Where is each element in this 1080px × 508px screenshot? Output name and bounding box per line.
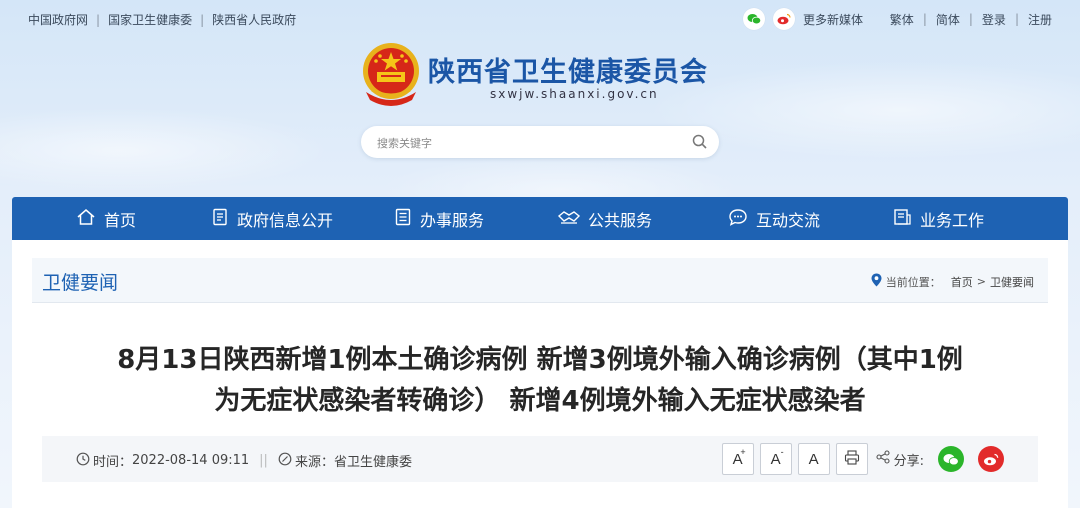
breadcrumb-home[interactable]: 首页 — [951, 274, 973, 290]
share-label: 分享: — [893, 453, 924, 469]
share-icon — [876, 450, 890, 468]
article-title: 8月13日陕西新增1例本土确诊病例 新增3例境外输入确诊病例（其中1例 为无症状… — [52, 340, 1028, 422]
nav-item-services[interactable]: 办事服务 — [394, 197, 484, 240]
share-wechat-icon[interactable] — [938, 446, 964, 472]
breadcrumb-separator: > — [976, 275, 986, 288]
top-link-nhc[interactable]: 国家卫生健康委 — [108, 11, 192, 28]
divider: | — [200, 12, 205, 27]
nav-item-business[interactable]: 业务工作 — [892, 197, 984, 240]
chat-icon — [728, 208, 756, 230]
traditional-chinese-link[interactable]: 繁体 — [890, 11, 914, 28]
divider: | — [968, 12, 973, 26]
nav-label: 互动交流 — [756, 210, 821, 230]
share-weibo-icon[interactable] — [978, 446, 1004, 472]
login-link[interactable]: 登录 — [982, 11, 1006, 28]
divider: | — [922, 12, 927, 26]
more-media-link[interactable]: 更多新媒体 — [803, 11, 863, 28]
font-decrease-button[interactable]: A- — [759, 443, 792, 475]
font-decrease-label: A — [770, 450, 781, 468]
top-links: 中国政府网 | 国家卫生健康委 | 陕西省人民政府 — [28, 11, 296, 28]
breadcrumb-label: 当前位置： — [885, 275, 941, 289]
article-meta: 时间： 2022-08-14 09:11 || 来源： 省卫生健康委 — [76, 451, 412, 470]
article-tools: A + A- A 分享: — [716, 443, 1018, 475]
home-icon — [76, 208, 104, 230]
print-icon — [844, 449, 860, 469]
divider: | — [1014, 12, 1019, 26]
font-default-button[interactable]: A — [797, 443, 830, 475]
source-icon — [278, 452, 295, 470]
simplified-chinese-link[interactable]: 简体 — [936, 11, 960, 28]
section-header: 卫健要闻 当前位置： 首页 > 卫健要闻 — [32, 258, 1048, 303]
nav-label: 政府信息公开 — [237, 210, 334, 230]
source-label: 来源： — [294, 455, 334, 470]
divider: || — [259, 453, 268, 468]
site-domain: sxwjw.shaanxi.gov.cn — [490, 87, 659, 101]
font-default-label: A — [808, 450, 819, 468]
publish-time: 2022-08-14 09:11 — [132, 453, 250, 468]
content-panel: 卫健要闻 当前位置： 首页 > 卫健要闻 8月13日陕西新增1例本土确诊病例 新… — [12, 240, 1068, 508]
article-source: 省卫生健康委 — [333, 455, 412, 470]
share-area: 分享: — [876, 446, 1018, 472]
nav-item-gov-info[interactable]: 政府信息公开 — [211, 197, 333, 240]
top-bar: 中国政府网 | 国家卫生健康委 | 陕西省人民政府 更多新媒体 繁体 | 简体 … — [0, 0, 1080, 36]
print-button[interactable] — [835, 443, 868, 475]
nav-label: 公共服务 — [588, 210, 653, 230]
top-right-links: 更多新媒体 繁体 | 简体 | 登录 | 注册 — [742, 8, 1052, 30]
document-icon — [211, 208, 237, 230]
main-nav: 首页 政府信息公开 办事服务 公共服务 互动交流 业务工作 — [12, 197, 1068, 240]
search-icon[interactable] — [691, 133, 709, 151]
search-box — [361, 126, 719, 158]
nav-label: 首页 — [104, 210, 137, 230]
article-meta-bar: 时间： 2022-08-14 09:11 || 来源： 省卫生健康委 A + A-… — [42, 436, 1038, 482]
location-pin-icon — [871, 273, 882, 290]
breadcrumb-current[interactable]: 卫健要闻 — [990, 274, 1034, 290]
service-icon — [394, 208, 420, 230]
wechat-icon[interactable] — [742, 8, 765, 30]
site-title: 陕西省卫生健康委员会 — [428, 57, 708, 88]
nav-item-interaction[interactable]: 互动交流 — [728, 197, 820, 240]
search-input[interactable] — [375, 133, 679, 153]
register-link[interactable]: 注册 — [1028, 11, 1052, 28]
nav-label: 办事服务 — [420, 210, 485, 230]
briefcase-icon — [892, 208, 920, 230]
top-link-shaanxi[interactable]: 陕西省人民政府 — [212, 11, 296, 28]
nav-item-home[interactable]: 首页 — [76, 197, 136, 240]
handshake-icon — [557, 208, 588, 230]
weibo-icon[interactable] — [772, 8, 795, 30]
nav-label: 业务工作 — [920, 210, 985, 230]
top-link-gov[interactable]: 中国政府网 — [28, 11, 88, 28]
breadcrumb: 当前位置： 首页 > 卫健要闻 — [871, 273, 1034, 290]
divider: | — [96, 12, 101, 27]
clock-icon — [76, 452, 93, 470]
article-title-line2: 为无症状感染者转确诊） 新增4例境外输入无症状感染者 — [214, 386, 866, 416]
article-title-line1: 8月13日陕西新增1例本土确诊病例 新增3例境外输入确诊病例（其中1例 — [117, 345, 963, 375]
nav-item-public-services[interactable]: 公共服务 — [557, 197, 653, 240]
national-emblem-logo[interactable] — [360, 42, 422, 106]
section-title: 卫健要闻 — [42, 272, 119, 294]
font-increase-button[interactable]: A + — [721, 443, 754, 475]
divider — [877, 12, 881, 26]
time-label: 时间： — [93, 455, 133, 470]
